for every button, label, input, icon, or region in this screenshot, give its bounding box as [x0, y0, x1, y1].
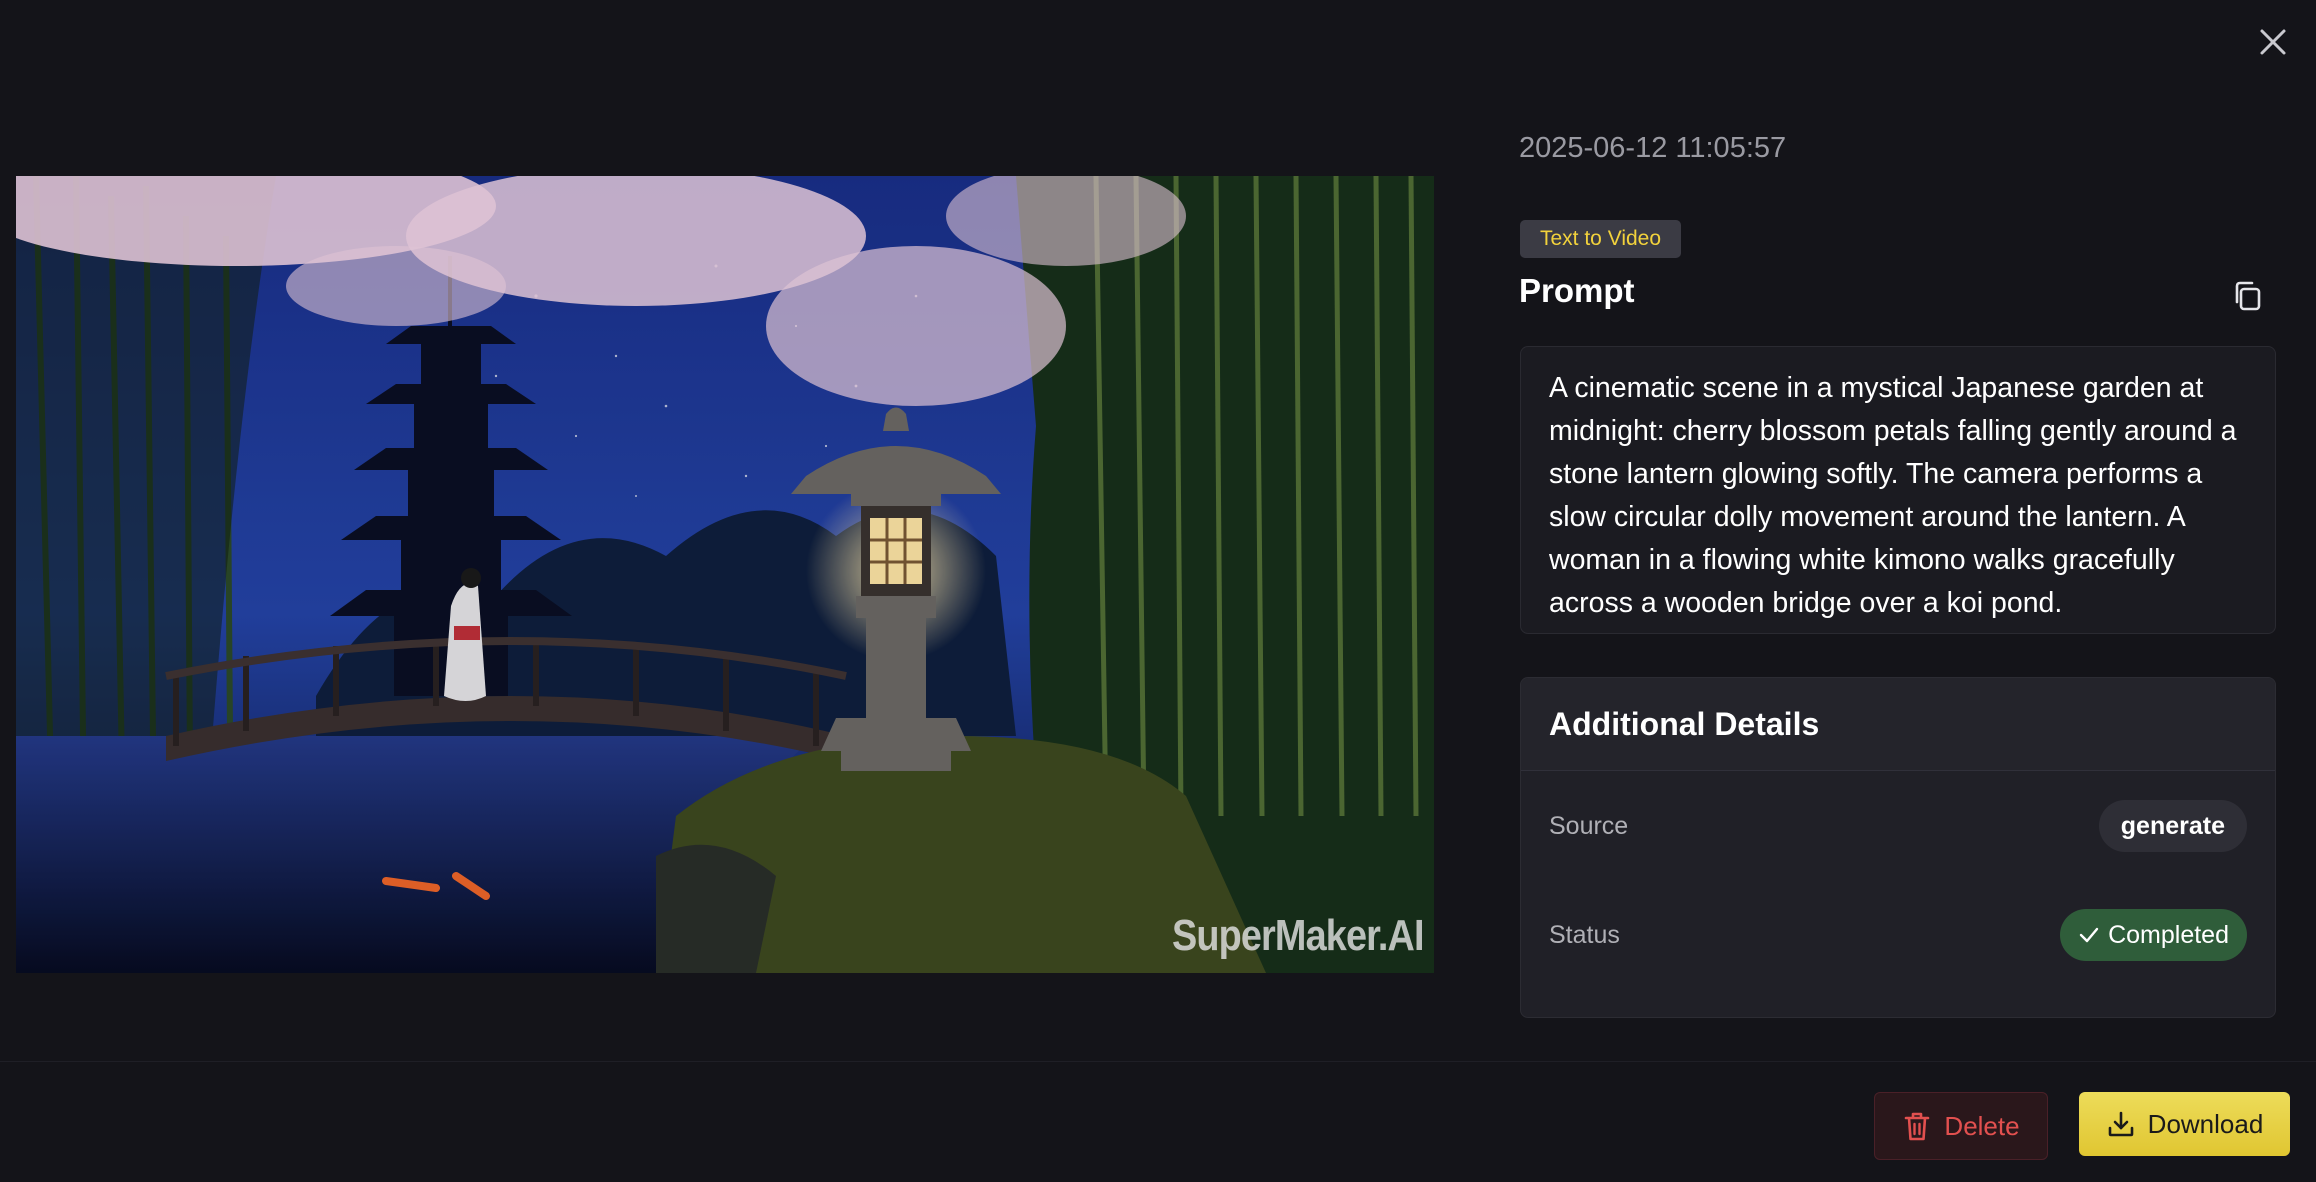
close-icon	[2260, 29, 2286, 55]
source-value-badge: generate	[2098, 800, 2247, 852]
additional-details-card: Additional Details Source generate Statu…	[1520, 677, 2276, 1018]
download-button[interactable]: Download	[2079, 1092, 2290, 1156]
download-icon	[2108, 1111, 2133, 1137]
detail-row-source: Source generate	[1549, 798, 2247, 854]
source-label: Source	[1549, 811, 1629, 840]
trash-icon	[1905, 1112, 1930, 1141]
delete-label: Delete	[1944, 1110, 2020, 1141]
prompt-heading: Prompt	[1519, 272, 1635, 309]
status-value: Completed	[2108, 920, 2229, 949]
detail-row-status: Status Completed	[1549, 907, 2247, 963]
status-label: Status	[1549, 920, 1620, 949]
download-label: Download	[2147, 1108, 2264, 1139]
video-thumbnail	[16, 176, 1434, 973]
close-button[interactable]	[2253, 22, 2293, 62]
generation-type-badge: Text to Video	[1520, 220, 1682, 258]
created-timestamp: 2025-06-12 11:05:57	[1519, 132, 1787, 164]
delete-button[interactable]: Delete	[1874, 1092, 2048, 1160]
footer-divider	[0, 1061, 2316, 1062]
check-icon	[2079, 927, 2099, 943]
watermark: SuperMaker.AI	[1172, 911, 1425, 960]
details-header: Additional Details	[1521, 678, 2275, 771]
copy-prompt-button[interactable]	[2228, 276, 2268, 316]
prompt-text-box[interactable]: A cinematic scene in a mystical Japanese…	[1520, 346, 2276, 634]
status-badge: Completed	[2060, 909, 2247, 961]
prompt-text: A cinematic scene in a mystical Japanese…	[1549, 372, 2237, 619]
video-preview[interactable]: SuperMaker.AI	[16, 176, 1434, 973]
details-title: Additional Details	[1549, 705, 1820, 742]
copy-icon	[2235, 281, 2261, 311]
